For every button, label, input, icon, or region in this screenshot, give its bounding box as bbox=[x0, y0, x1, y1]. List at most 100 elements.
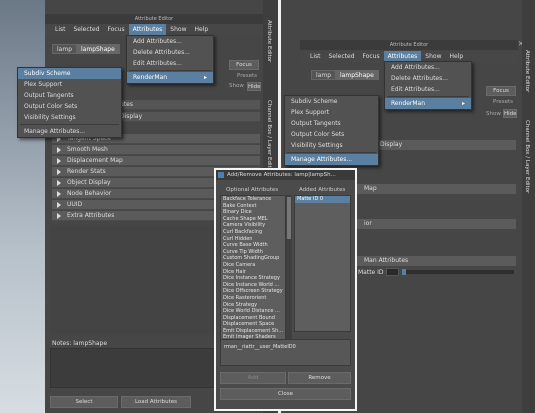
load-attributes-button[interactable]: Load Attributes bbox=[121, 396, 191, 408]
menu-output-color-sets[interactable]: Output Color Sets bbox=[18, 101, 121, 112]
expand-arrow-icon bbox=[57, 191, 61, 197]
select-button[interactable]: Select bbox=[50, 396, 118, 408]
expand-arrow-icon bbox=[57, 180, 61, 186]
section-partial-display[interactable]: Display bbox=[376, 140, 516, 150]
menu-renderman[interactable]: RenderMan ▸ bbox=[385, 98, 471, 109]
optional-attributes-list[interactable]: Backface Tolerance Bake Context Binary D… bbox=[220, 195, 286, 343]
menu-edit-attributes[interactable]: Edit Attributes... bbox=[385, 84, 471, 95]
optional-attributes-header: Optional Attributes bbox=[226, 187, 279, 193]
list-item[interactable]: Displacement Space bbox=[221, 321, 285, 328]
list-item[interactable]: Backface Tolerance bbox=[221, 196, 285, 203]
matte-id-slider[interactable] bbox=[402, 270, 514, 274]
menu-separator bbox=[287, 152, 376, 153]
list-item[interactable]: Curl Backfacing bbox=[221, 229, 285, 236]
presets-button[interactable]: Presets bbox=[237, 73, 257, 79]
list-item[interactable]: Matte ID 0 bbox=[295, 196, 350, 203]
remove-button[interactable]: Remove bbox=[288, 372, 351, 384]
presets-button[interactable]: Presets bbox=[493, 99, 513, 105]
list-item[interactable]: Dice Strategy bbox=[221, 302, 285, 309]
menu-add-attributes[interactable]: Add Attributes... bbox=[385, 62, 471, 73]
menu-plex-support[interactable]: Plex Support bbox=[18, 79, 121, 90]
hide-button[interactable]: Hide bbox=[247, 82, 261, 91]
tab-lampshape[interactable]: lampShape bbox=[335, 70, 379, 80]
expand-arrow-icon bbox=[57, 169, 61, 175]
list-item[interactable]: Custom ShadingGroup bbox=[221, 255, 285, 262]
list-item[interactable]: Emit Displacement Sh... bbox=[221, 328, 285, 335]
side-tab-channel-box[interactable]: Channel Box / Layer Editor bbox=[266, 100, 272, 173]
added-attributes-list[interactable]: Matte ID 0 bbox=[294, 195, 351, 332]
list-item[interactable]: Displacement Bound bbox=[221, 315, 285, 322]
list-item[interactable]: Dice World Distance ... bbox=[221, 308, 285, 315]
tab-lamp[interactable]: lamp bbox=[311, 70, 336, 80]
menu-subdiv-scheme[interactable]: Subdiv Scheme bbox=[18, 68, 121, 79]
menu-list[interactable]: List bbox=[306, 51, 325, 63]
menu-output-color-sets[interactable]: Output Color Sets bbox=[285, 129, 378, 140]
menu-visibility-settings[interactable]: Visibility Settings bbox=[285, 140, 378, 151]
menu-output-tangents[interactable]: Output Tangents bbox=[18, 90, 121, 101]
menu-manage-attributes[interactable]: Manage Attributes... bbox=[18, 126, 121, 137]
list-item[interactable]: Dice Rasterorient bbox=[221, 295, 285, 302]
submenu-arrow-icon: ▸ bbox=[203, 74, 207, 81]
menu-output-tangents[interactable]: Output Tangents bbox=[285, 118, 378, 129]
side-tab-attribute-editor[interactable]: Attribute Editor bbox=[266, 20, 272, 62]
list-item[interactable]: Dice Offscreen Strategy bbox=[221, 288, 285, 295]
close-button[interactable]: Close bbox=[220, 388, 351, 400]
menu-add-attributes[interactable]: Add Attributes... bbox=[127, 36, 213, 47]
section-smooth-mesh[interactable]: Smooth Mesh bbox=[52, 145, 260, 155]
right-title: Attribute Editor bbox=[300, 40, 518, 50]
menu-visibility-settings[interactable]: Visibility Settings bbox=[18, 112, 121, 123]
list-item[interactable]: Curve Base Width bbox=[221, 242, 285, 249]
section-displacement-map[interactable]: Displacement Map bbox=[52, 156, 260, 166]
list-item[interactable]: Bake Context bbox=[221, 203, 285, 210]
list-item[interactable]: Curl Hidden bbox=[221, 236, 285, 243]
side-tab-channel-box[interactable]: Channel Box / Layer Editor bbox=[524, 120, 530, 193]
show-button[interactable]: Show bbox=[486, 111, 501, 117]
menu-focus[interactable]: Focus bbox=[359, 51, 384, 63]
list-item[interactable]: Dice Instance Strategy bbox=[221, 275, 285, 282]
submenu-arrow-icon: ▸ bbox=[461, 100, 465, 107]
renderman-submenu: Subdiv Scheme Plex Support Output Tangen… bbox=[17, 67, 122, 138]
menu-selected[interactable]: Selected bbox=[325, 51, 359, 63]
menu-manage-attributes[interactable]: Manage Attributes... bbox=[285, 154, 378, 165]
menu-plex-support[interactable]: Plex Support bbox=[285, 107, 378, 118]
menu-selected[interactable]: Selected bbox=[70, 24, 104, 36]
matte-id-field[interactable] bbox=[386, 268, 399, 276]
section-partial-1[interactable]: utes bbox=[110, 100, 260, 110]
list-item[interactable]: Binary Dice bbox=[221, 209, 285, 216]
optional-scrollbar-thumb[interactable] bbox=[287, 197, 291, 239]
focus-button[interactable]: Focus bbox=[229, 60, 259, 70]
attribute-name-field[interactable]: rman__riattr__user_MatteID0 bbox=[220, 339, 351, 366]
list-item[interactable]: Dice Instance World ... bbox=[221, 282, 285, 289]
list-item[interactable]: Camera Visibility bbox=[221, 222, 285, 229]
side-tab-attribute-editor[interactable]: Attribute Editor bbox=[524, 50, 530, 92]
dialog-title: Add/Remove Attributes: lamp|lampSh... bbox=[227, 172, 336, 178]
list-item[interactable]: Dice Hair bbox=[221, 269, 285, 276]
list-item[interactable]: Dice Camera bbox=[221, 262, 285, 269]
menu-subdiv-scheme[interactable]: Subdiv Scheme bbox=[285, 96, 378, 107]
dialog-titlebar: Add/Remove Attributes: lamp|lampSh... bbox=[216, 170, 355, 180]
attribute-name-text: rman__riattr__user_MatteID0 bbox=[224, 344, 296, 350]
menu-focus[interactable]: Focus bbox=[104, 24, 129, 36]
tab-lamp[interactable]: lamp bbox=[52, 44, 77, 54]
list-item[interactable]: Cache Shape MEL bbox=[221, 216, 285, 223]
menu-delete-attributes[interactable]: Delete Attributes... bbox=[385, 73, 471, 84]
section-partial-ior[interactable]: ior bbox=[356, 219, 516, 229]
matte-id-slider-handle[interactable] bbox=[402, 269, 406, 275]
menu-delete-attributes[interactable]: Delete Attributes... bbox=[127, 47, 213, 58]
menu-list[interactable]: List bbox=[51, 24, 70, 36]
show-button[interactable]: Show bbox=[229, 83, 244, 89]
menu-separator bbox=[387, 96, 469, 97]
menu-renderman[interactable]: RenderMan ▸ bbox=[127, 72, 213, 83]
focus-button[interactable]: Focus bbox=[486, 86, 516, 96]
optional-scrollbar[interactable] bbox=[286, 195, 292, 343]
section-renderman-attributes[interactable]: Man Attributes bbox=[356, 256, 516, 266]
added-attributes-header: Added Attributes bbox=[299, 187, 346, 193]
section-partial-map[interactable]: Map bbox=[356, 184, 516, 194]
tab-lampshape[interactable]: lampShape bbox=[76, 44, 120, 54]
section-partial-2[interactable]: Display bbox=[110, 112, 260, 122]
add-button[interactable]: Add bbox=[220, 372, 286, 384]
list-item[interactable]: Curve Tip Width bbox=[221, 249, 285, 256]
menu-edit-attributes[interactable]: Edit Attributes... bbox=[127, 58, 213, 69]
hide-button[interactable]: Hide bbox=[503, 109, 517, 118]
viewport-background bbox=[0, 0, 45, 413]
